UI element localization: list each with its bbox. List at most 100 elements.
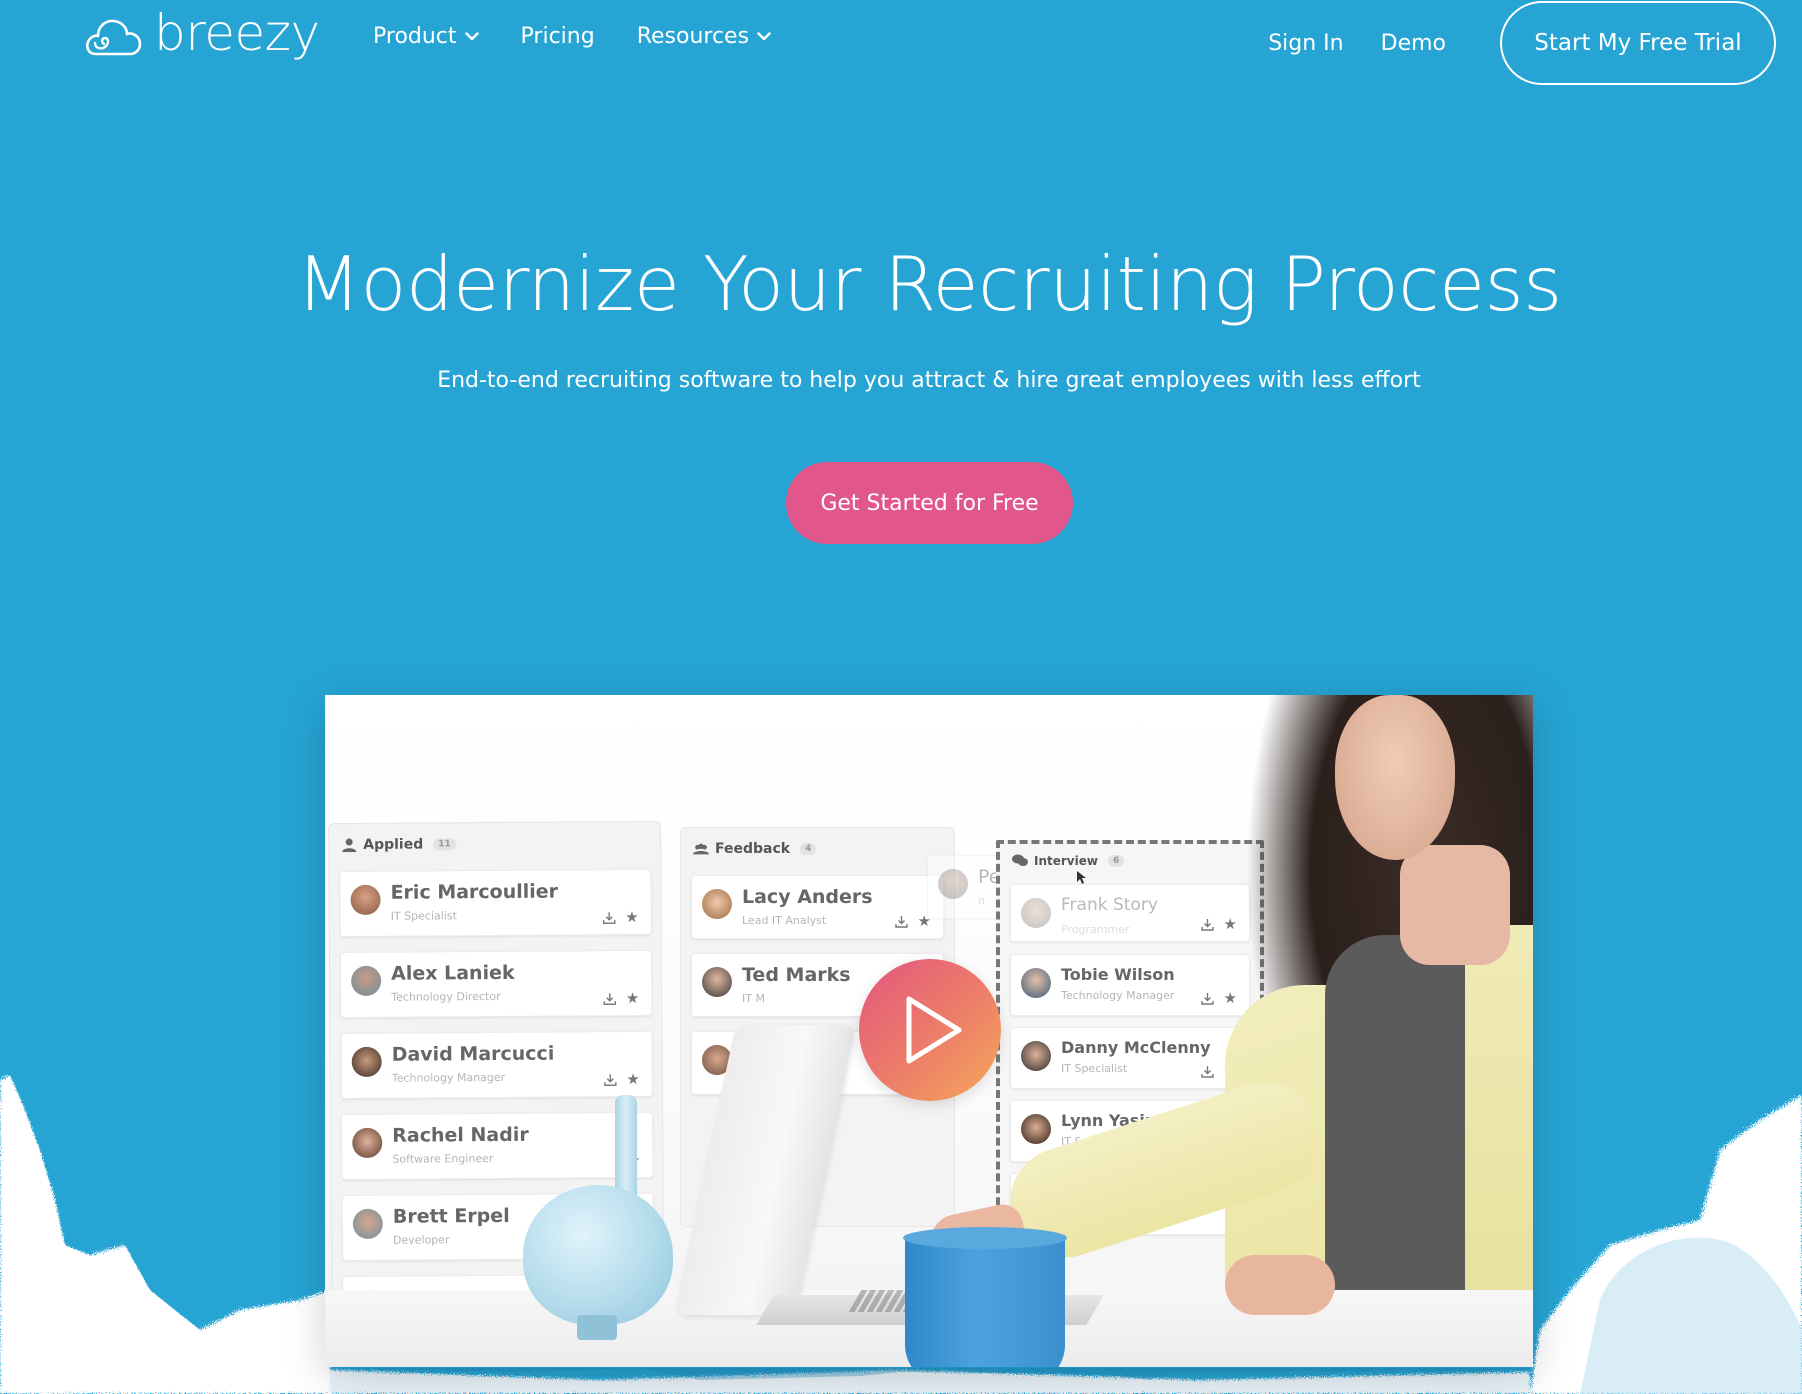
users-icon (693, 843, 709, 855)
candidate-role: Technology Director (391, 989, 501, 1004)
avatar (1021, 898, 1051, 928)
logo-text: breezy (154, 4, 320, 62)
card-actions: ★ (1200, 989, 1237, 1007)
photo-mug (905, 1235, 1065, 1367)
chevron-down-icon (757, 32, 771, 41)
demo-link[interactable]: Demo (1381, 31, 1446, 56)
photo-hand (1225, 1255, 1335, 1315)
candidate-role: Technology Manager (1061, 989, 1175, 1002)
play-icon (906, 996, 962, 1064)
avatar (1021, 1114, 1051, 1144)
card-actions: ★ (603, 1070, 640, 1088)
column-title: Feedback (715, 841, 791, 857)
candidate-role: Lead IT Analyst (742, 914, 827, 927)
column-header: Applied 11 (329, 822, 660, 866)
star-icon[interactable]: ★ (626, 1070, 640, 1088)
nav-pricing-label: Pricing (520, 24, 595, 49)
nav-product[interactable]: Product (373, 24, 479, 49)
download-icon[interactable] (1200, 992, 1214, 1005)
avatar (351, 1046, 382, 1078)
candidate-card[interactable]: Rachel Nadir Software Engineer ★ (341, 1111, 654, 1181)
candidate-role: Technology Manager (391, 1070, 506, 1085)
sign-in-link[interactable]: Sign In (1268, 31, 1343, 56)
candidate-name: Rachel Nadir (392, 1123, 529, 1147)
photo-mug-rim (903, 1227, 1067, 1249)
candidate-name: David Marcucci (391, 1042, 555, 1066)
candidate-name: Alex Laniek (391, 961, 515, 985)
download-icon[interactable] (1200, 918, 1214, 931)
candidate-card[interactable]: Danny McClenny IT Specialist ★ (1010, 1027, 1250, 1089)
candidate-name: Ted Marks (742, 964, 851, 986)
product-video[interactable]: Applied 11 Eric Marcoullier IT Specialis… (325, 695, 1533, 1367)
candidate-name: Lacy Anders (742, 886, 873, 908)
avatar (352, 1127, 383, 1159)
column-count: 11 (433, 838, 456, 851)
chevron-down-icon (464, 32, 479, 41)
candidate-role: IT M (742, 992, 765, 1005)
main-nav: Product Pricing Resources (373, 24, 813, 49)
nav-resources[interactable]: Resources (637, 24, 771, 49)
header-actions: Sign In Demo Start My Free Trial (1268, 0, 1802, 86)
star-icon[interactable]: ★ (625, 908, 639, 926)
download-icon[interactable] (603, 1073, 617, 1086)
candidate-role: IT Specialist (390, 909, 457, 923)
user-icon (342, 838, 357, 853)
candidate-card[interactable]: Lacy Anders Lead IT Analyst ★ (691, 875, 944, 939)
candidate-card[interactable]: Tobie Wilson Technology Manager ★ (1010, 954, 1250, 1016)
candidate-name: Eric Marcoullier (390, 880, 559, 904)
candidate-card[interactable]: Frank Story Programmer ★ (1010, 884, 1250, 942)
candidate-role: Software Engineer (392, 1152, 494, 1166)
column-count: 4 (800, 843, 817, 855)
star-icon[interactable]: ★ (1224, 989, 1237, 1007)
candidate-role: IT Specialist (1061, 1062, 1128, 1075)
candidate-role: Developer (392, 1233, 450, 1247)
hero-subtitle: End-to-end recruiting software to help y… (437, 368, 1421, 393)
column-header: Interview 6 (1000, 844, 1260, 878)
avatar (352, 1208, 383, 1240)
candidate-name: Danny McClenny (1061, 1038, 1211, 1057)
photo-vase (523, 1185, 673, 1325)
nav-resources-label: Resources (636, 24, 750, 49)
candidate-card[interactable]: Eric Marcoullier IT Specialist ★ (339, 868, 652, 938)
candidate-card[interactable]: Alex Laniek Technology Director ★ (339, 949, 653, 1019)
avatar (1021, 1041, 1051, 1071)
download-icon[interactable] (1200, 1065, 1214, 1078)
avatar (702, 967, 732, 997)
column-title: Applied (363, 836, 424, 853)
star-icon[interactable]: ★ (1224, 915, 1237, 933)
play-video-button[interactable] (859, 959, 1001, 1101)
start-free-trial-button[interactable]: Start My Free Trial (1500, 1, 1776, 85)
candidate-role: Programmer (1061, 923, 1130, 936)
card-actions: ★ (894, 912, 931, 930)
candidate-name: Brett Erpel (392, 1204, 510, 1228)
candidate-name: Frank Story (1061, 895, 1158, 915)
avatar (702, 889, 732, 919)
card-actions: ★ (603, 989, 640, 1007)
hero-title: Modernize Your Recruiting Process (296, 240, 1562, 328)
chat-icon (1012, 854, 1028, 866)
avatar (938, 869, 968, 899)
get-started-button[interactable]: Get Started for Free (786, 462, 1073, 544)
column-title: Interview (1034, 854, 1098, 868)
candidate-name: Tobie Wilson (1061, 965, 1175, 984)
candidate-role: n (978, 894, 985, 907)
avatar (351, 965, 382, 997)
woman-face (1335, 695, 1455, 860)
column-count: 6 (1107, 855, 1125, 867)
star-icon[interactable]: ★ (626, 989, 640, 1007)
mouse-cursor-icon (1077, 871, 1086, 884)
photo-vase (577, 1315, 617, 1340)
breezy-logo[interactable]: breezy (84, 8, 320, 62)
cloud-logo-icon (85, 19, 142, 56)
candidate-card[interactable]: David Marcucci Technology Manager ★ (340, 1030, 653, 1100)
download-icon[interactable] (603, 992, 616, 1005)
download-icon[interactable] (894, 915, 908, 928)
column-header: Feedback 4 (681, 828, 954, 870)
card-actions: ★ (1200, 915, 1237, 933)
site-header: breezy Product Pricing Resources Sign In… (0, 0, 1802, 86)
nav-pricing[interactable]: Pricing (521, 24, 595, 49)
avatar (350, 884, 381, 916)
card-actions: ★ (602, 908, 639, 926)
download-icon[interactable] (602, 911, 616, 924)
avatar (1021, 968, 1051, 998)
